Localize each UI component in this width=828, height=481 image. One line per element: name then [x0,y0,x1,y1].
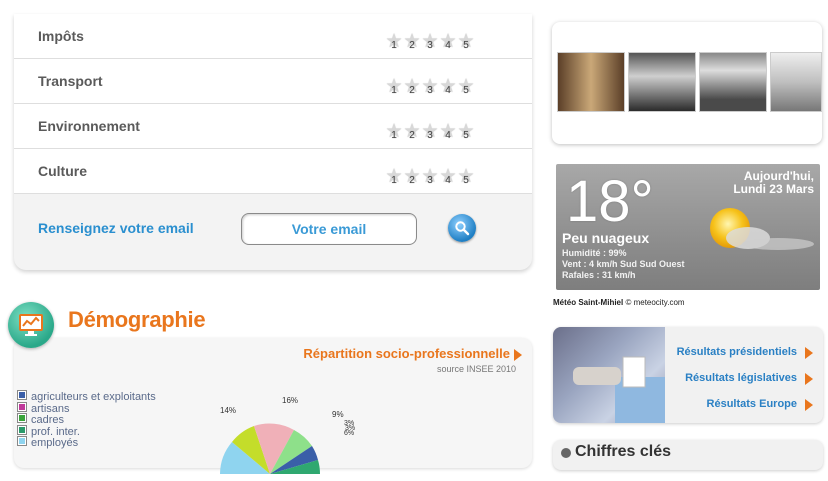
star-icon[interactable]: ★ 3 [420,77,440,97]
gallery-thumbnail[interactable] [699,52,767,112]
election-results-card: Résultats présidentiels Résultats législ… [553,327,823,423]
star-icon[interactable]: ★ 5 [456,32,476,52]
weather-gusts: Rafales : 31 km/h [562,270,636,280]
star-icon[interactable]: ★ 5 [456,167,476,187]
monitor-chart-icon [8,302,54,348]
chiffres-cles-card: Chiffres clés [553,440,823,470]
star-icon[interactable]: ★ 3 [420,167,440,187]
star-icon[interactable]: ★ 1 [384,77,404,97]
arrow-right-icon[interactable] [805,347,813,359]
source-note: source INSEE 2010 [436,364,516,374]
chart-legend: agriculteurs et exploitants artisans cad… [18,391,156,449]
pie-label: 6% [344,430,355,437]
legend-item: cadres [18,414,156,426]
search-icon [455,221,470,236]
legend-swatch [18,414,26,422]
rating-row-environnement: Environnement ★ 1 ★ 2 ★ 3 ★ 4 ★ 5 [14,104,532,149]
star-icon[interactable]: ★ 1 [384,122,404,142]
weather-credit[interactable]: Météo Saint-Mihiel © meteocity.com [553,298,685,307]
star-icon[interactable]: ★ 4 [438,77,458,97]
demographie-subtitle-link[interactable]: Répartition socio-professionnelle [303,346,510,361]
rating-card: Impôts ★ 1 ★ 2 ★ 3 ★ 4 ★ 5 Transport ★ 1 ★ 2 ★ 3… [14,14,532,270]
weather-humidity: Humidité : 99% [562,248,627,258]
photo-gallery [552,22,822,144]
star-icon[interactable]: ★ 3 [420,32,440,52]
star-icon[interactable]: ★ 2 [402,32,422,52]
ballot-box-image [553,327,665,423]
pie-label: 16% [282,396,299,405]
rating-row-culture: Culture ★ 1 ★ 2 ★ 3 ★ 4 ★ 5 [14,149,532,194]
weather-temperature: 18° [566,169,654,234]
star-icon[interactable]: ★ 1 [384,32,404,52]
submit-email-button[interactable] [448,214,476,242]
star-rating[interactable]: ★ 1 ★ 2 ★ 3 ★ 4 ★ 5 [384,122,476,142]
legend-item: artisans [18,402,156,414]
rating-label: Culture [38,163,87,179]
email-label: Renseignez votre email [38,220,194,236]
star-icon[interactable]: ★ 5 [456,77,476,97]
rating-label: Transport [38,73,103,89]
weather-wind: Vent : 4 km/h Sud Sud Ouest [562,259,685,269]
partly-cloudy-icon [710,208,814,250]
legend-item: employés [18,437,156,449]
legend-swatch [18,437,26,445]
star-rating[interactable]: ★ 1 ★ 2 ★ 3 ★ 4 ★ 5 [384,167,476,187]
legend-item: prof. inter. [18,425,156,437]
star-rating[interactable]: ★ 1 ★ 2 ★ 3 ★ 4 ★ 5 [384,32,476,52]
star-icon[interactable]: ★ 4 [438,32,458,52]
legend-swatch [18,425,26,434]
link-resultats-legislatives[interactable]: Résultats législatives [685,372,797,384]
legend-swatch [18,391,26,399]
arrow-right-icon[interactable] [805,399,813,411]
legend-item: agriculteurs et exploitants [18,391,156,403]
legend-swatch [18,402,26,411]
rating-row-impots: Impôts ★ 1 ★ 2 ★ 3 ★ 4 ★ 5 [14,14,532,59]
demographie-card: Répartition socio-professionnelle source… [14,338,532,474]
pie-label: 14% [220,406,237,415]
email-field[interactable] [241,213,417,245]
demographie-title: Démographie [68,307,206,332]
star-icon[interactable]: ★ 2 [402,122,422,142]
gallery-thumbnail[interactable] [557,52,625,112]
chiffres-cles-title: Chiffres clés [575,443,672,460]
rating-row-transport: Transport ★ 1 ★ 2 ★ 3 ★ 4 ★ 5 [14,59,532,104]
arrow-right-icon[interactable] [805,373,813,385]
star-icon[interactable]: ★ 5 [456,122,476,142]
link-resultats-europe[interactable]: Résultats Europe [707,398,797,410]
star-icon[interactable]: ★ 1 [384,167,404,187]
link-resultats-presidentiels[interactable]: Résultats présidentiels [677,346,797,358]
gallery-thumbnail[interactable] [770,52,822,112]
pie-chart: 16% 14% 9% 3% 3% 6% [194,386,355,476]
star-rating[interactable]: ★ 1 ★ 2 ★ 3 ★ 4 ★ 5 [384,77,476,97]
gallery-thumbnail[interactable] [628,52,696,112]
star-icon[interactable]: ★ 2 [402,167,422,187]
rating-label: Impôts [38,28,84,44]
pie-label: 9% [332,410,344,419]
star-icon[interactable]: ★ 4 [438,122,458,142]
arrow-right-icon[interactable] [514,349,522,361]
weather-condition: Peu nuageux [562,230,650,246]
rating-label: Environnement [38,118,140,134]
star-icon[interactable]: ★ 4 [438,167,458,187]
star-icon[interactable]: ★ 2 [402,77,422,97]
star-icon[interactable]: ★ 3 [420,122,440,142]
weather-date: Aujourd'hui, Lundi 23 Mars [733,169,814,196]
weather-widget[interactable]: 18° Aujourd'hui, Lundi 23 Mars Peu nuage… [556,164,820,290]
email-subscribe: Renseignez votre email [14,194,532,270]
